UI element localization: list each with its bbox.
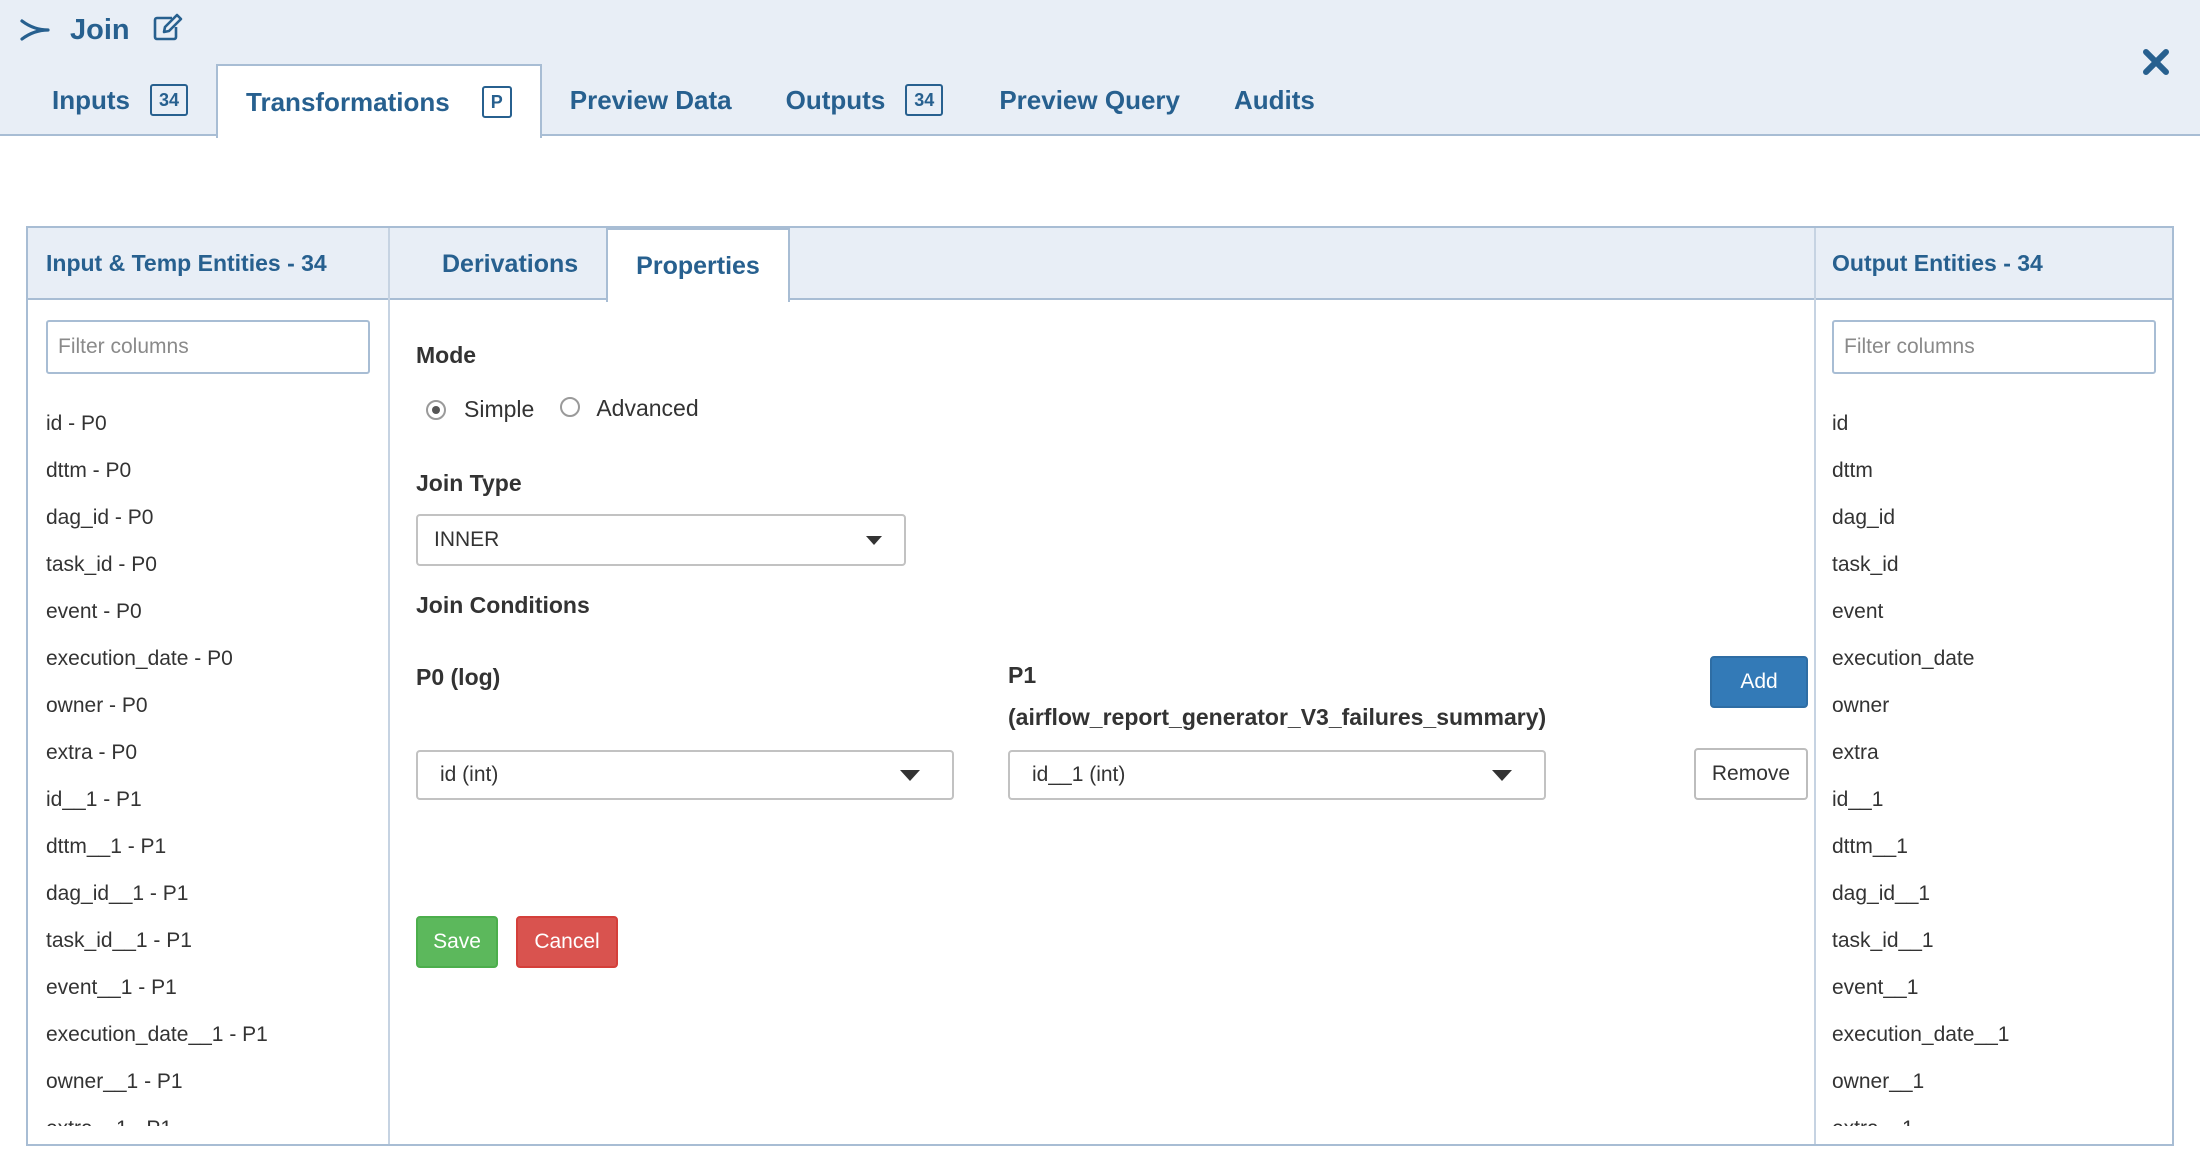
list-item[interactable]: task_id__1 [1832,917,2162,964]
tab-derivations[interactable]: Derivations [414,228,606,300]
main-tabs: Inputs 34 Transformations P Preview Data… [0,64,1343,138]
tab-label: Audits [1233,84,1315,115]
list-item[interactable]: event [1832,588,2162,635]
list-item[interactable]: owner__1 - P1 [46,1058,376,1105]
list-item[interactable]: execution_date [1832,635,2162,682]
tab-label: Outputs [785,84,886,115]
inputs-count-badge: 34 [150,84,189,116]
add-condition-button[interactable]: Add [1710,656,1808,708]
mode-simple-option[interactable]: Simple [416,396,534,423]
list-item[interactable]: event - P0 [46,588,376,635]
join-logo-icon [20,18,50,42]
tab-audits[interactable]: Audits [1208,64,1343,136]
list-item[interactable]: execution_date__1 - P1 [46,1011,376,1058]
chevron-down-icon [900,770,920,781]
tab-label: Inputs [52,84,130,115]
transformations-badge: P [481,86,512,118]
list-item[interactable]: dag_id__1 [1832,870,2162,917]
right-entity-label: P1 [1008,662,1037,688]
list-item[interactable]: dttm [1832,447,2162,494]
list-item[interactable]: execution_date - P0 [46,635,376,682]
left-column-select[interactable]: id (int) [416,750,954,800]
list-item[interactable]: owner - P0 [46,682,376,729]
dialog-header: Join Inputs 34 Transformations P Preview… [0,0,2200,138]
list-item[interactable]: dag_id - P0 [46,494,376,541]
cancel-button[interactable]: Cancel [516,916,618,968]
mode-label: Mode [416,342,477,368]
mode-simple-label: Simple [464,396,535,422]
save-button[interactable]: Save [416,916,498,968]
input-columns-list[interactable]: id - P0 dttm - P0 dag_id - P0 task_id - P0 e… [46,400,376,1126]
tab-preview-data[interactable]: Preview Data [542,64,760,136]
right-entity-name: (airflow_report_generator_V3_failures_su… [1008,704,1547,730]
tab-properties[interactable]: Properties [606,228,790,302]
list-item[interactable]: event__1 [1832,964,2162,1011]
list-item[interactable]: extra - P0 [46,729,376,776]
list-item[interactable]: dttm__1 - P1 [46,823,376,870]
tab-label: Transformations [246,86,450,117]
list-item[interactable]: task_id - P0 [46,541,376,588]
mode-radio-group: Simple Advanced [416,390,699,423]
chevron-down-icon [1492,770,1512,781]
input-entities-title: Input & Temp Entities - 34 [28,228,388,300]
left-column-value: id (int) [440,763,499,786]
remove-condition-button[interactable]: Remove [1694,748,1808,800]
list-item[interactable]: id__1 [1832,776,2162,823]
join-type-label: Join Type [416,470,522,496]
page-title: Join [70,13,130,46]
tab-inputs[interactable]: Inputs 34 [0,64,216,136]
list-item[interactable]: owner__1 [1832,1058,2162,1105]
input-entities-column: Input & Temp Entities - 34 id - P0dttm -… [28,228,390,1144]
list-item[interactable]: dttm - P0 [46,447,376,494]
mode-advanced-option[interactable]: Advanced [560,391,699,422]
tab-transformations[interactable]: Transformations P [216,64,542,138]
right-column-value: id__1 (int) [1032,763,1126,786]
list-item[interactable]: extra__1 [1832,1105,2162,1126]
list-item[interactable]: event__1 - P1 [46,964,376,1011]
list-item[interactable]: task_id__1 - P1 [46,917,376,964]
transformations-panel: Input & Temp Entities - 34 id - P0dttm -… [26,226,2174,1146]
list-item[interactable]: id - P0 [46,400,376,447]
outputs-count-badge: 34 [905,84,944,116]
join-conditions-label: Join Conditions [416,592,590,618]
mode-simple-radio[interactable] [426,399,446,420]
output-filter-input[interactable] [1832,320,2156,374]
list-item[interactable]: owner [1832,682,2162,729]
tab-outputs[interactable]: Outputs 34 [760,64,972,136]
list-item[interactable]: id__1 - P1 [46,776,376,823]
chevron-down-icon [866,536,882,545]
output-entities-title: Output Entities - 34 [1816,228,2172,300]
list-item[interactable]: task_id [1832,541,2162,588]
output-columns-list[interactable]: id dttm dag_id task_id event execution_date ow… [1832,400,2162,1126]
join-type-value: INNER [434,528,500,551]
list-item[interactable]: extra__1 - P1 [46,1105,376,1126]
list-item[interactable]: dag_id__1 - P1 [46,870,376,917]
list-item[interactable]: dag_id [1832,494,2162,541]
right-column-select[interactable]: id__1 (int) [1008,750,1546,800]
mode-advanced-label: Advanced [596,395,699,421]
close-icon[interactable] [2142,48,2170,81]
output-entities-column: Output Entities - 34 iddttmdag_idtask_id… [1814,228,2172,1144]
sub-tabs: Derivations Properties [390,228,1814,302]
input-filter-input[interactable] [46,320,370,374]
tab-label: Preview Query [999,84,1180,115]
list-item[interactable]: dttm__1 [1832,823,2162,870]
join-type-select[interactable]: INNER [416,514,906,566]
left-entity-label: P0 (log) [416,664,501,690]
tab-preview-query[interactable]: Preview Query [971,64,1208,136]
title-row: Join [20,10,184,50]
list-item[interactable]: execution_date__1 [1832,1011,2162,1058]
list-item[interactable]: id [1832,400,2162,447]
mode-advanced-radio[interactable] [560,396,581,417]
properties-column: Derivations Properties Mode Simple Advan… [390,228,1814,1144]
edit-icon[interactable] [152,12,184,42]
list-item[interactable]: extra [1832,729,2162,776]
tab-label: Preview Data [569,84,732,115]
